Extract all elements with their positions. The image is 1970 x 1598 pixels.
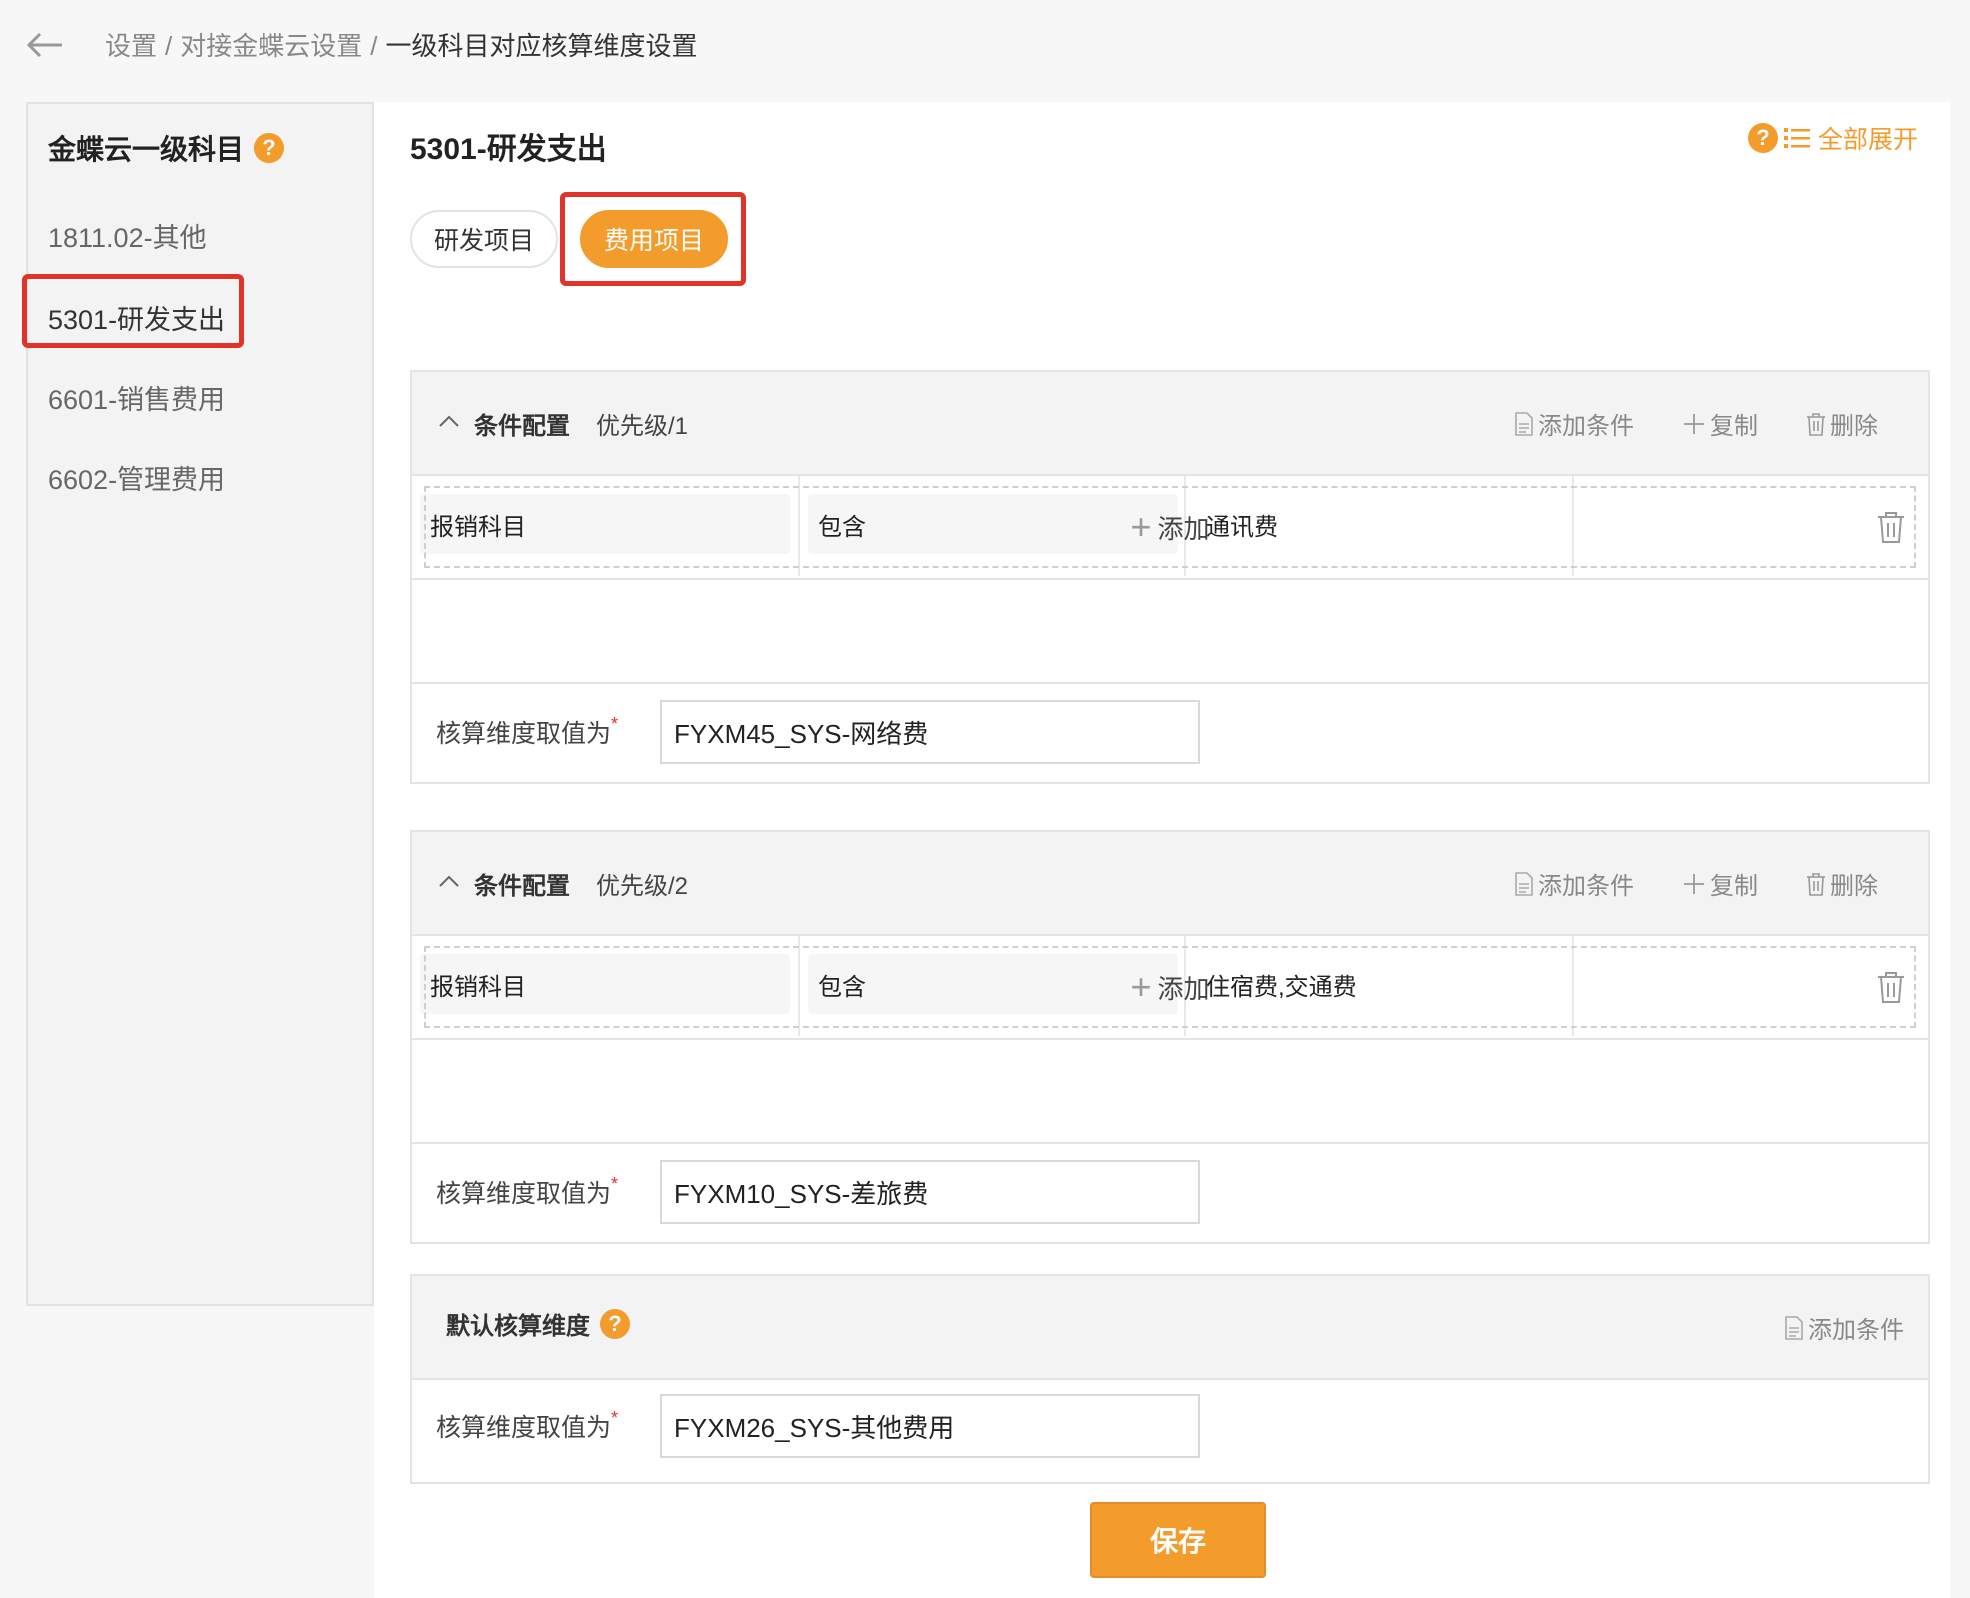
dimension-value-input[interactable]: [660, 1394, 1200, 1458]
condition-card: 条件配置 优先级/2 添加条件 复制 删除 报销科目 包含 住宿费,交通费 + …: [410, 830, 1930, 1244]
breadcrumb-separator: /: [165, 31, 173, 61]
card-header: 条件配置 优先级/2 添加条件 复制 删除: [412, 832, 1928, 936]
plus-icon: +: [1130, 506, 1152, 547]
breadcrumb-item-kingdee-settings[interactable]: 对接金蝶云设置: [180, 31, 362, 61]
breadcrumb-item-settings[interactable]: 设置: [105, 31, 157, 61]
sidebar-item-6602[interactable]: 6602-管理费用: [48, 458, 225, 497]
dimension-value-input[interactable]: [660, 1160, 1200, 1224]
add-label: 添加: [1157, 513, 1210, 544]
expand-all-label: 全部展开: [1817, 126, 1918, 154]
main-panel: 5301-研发支出 ? 全部展开 研发项目 费用项目 条件配置 优先级/1 添加…: [374, 102, 1950, 1598]
condition-card: 条件配置 优先级/1 添加条件 复制 删除 报销科目 包含 通讯费 + 添加 核…: [410, 370, 1930, 784]
top-bar: 设置 / 对接金蝶云设置 / 一级科目对应核算维度设置: [0, 0, 1970, 90]
breadcrumb-separator: /: [370, 31, 378, 61]
card-actions: 添加条件: [1736, 1310, 1904, 1345]
add-condition-label: 添加条件: [1538, 873, 1634, 900]
add-label: 添加: [1157, 973, 1210, 1004]
document-icon: [1515, 871, 1533, 896]
tab-rd-project[interactable]: 研发项目: [410, 210, 559, 268]
help-icon[interactable]: ?: [600, 1308, 630, 1339]
add-condition-button[interactable]: 添加条件: [1784, 1310, 1904, 1345]
card-actions: 添加条件 复制 删除: [1466, 406, 1878, 441]
add-condition-label: 添加条件: [1808, 1317, 1904, 1344]
expand-all-button[interactable]: ? 全部展开: [1747, 120, 1918, 156]
value-label-text: 核算维度取值为: [436, 1414, 612, 1442]
required-mark: *: [611, 1174, 619, 1194]
add-condition-row-button[interactable]: + 添加: [424, 486, 1916, 568]
copy-button[interactable]: 复制: [1682, 866, 1758, 901]
card-priority: 优先级/1: [596, 413, 689, 440]
card-header: 默认核算维度 ? 添加条件: [412, 1276, 1928, 1380]
value-label-text: 核算维度取值为: [436, 720, 612, 748]
help-icon[interactable]: ?: [1747, 123, 1778, 153]
add-condition-button[interactable]: 添加条件: [1514, 406, 1634, 441]
copy-label: 复制: [1710, 413, 1758, 440]
list-icon: [1783, 128, 1810, 148]
value-row: 核算维度取值为*: [412, 1378, 1928, 1478]
delete-label: 删除: [1830, 413, 1878, 440]
card-title: 条件配置: [474, 413, 570, 440]
add-condition-row-button[interactable]: + 添加: [424, 946, 1916, 1028]
plus-icon: [1684, 413, 1704, 434]
sidebar-item-6601[interactable]: 6601-销售费用: [48, 378, 225, 417]
help-icon[interactable]: ?: [254, 133, 285, 163]
document-icon: [1785, 1315, 1803, 1340]
default-dimension-card: 默认核算维度 ? 添加条件 核算维度取值为*: [410, 1274, 1930, 1484]
tab-expense-item[interactable]: 费用项目: [580, 210, 729, 268]
save-button[interactable]: 保存: [1090, 1502, 1266, 1578]
default-title: 默认核算维度 ?: [446, 1306, 630, 1341]
copy-label: 复制: [1710, 873, 1758, 900]
card-title: 条件配置: [474, 873, 570, 900]
required-mark: *: [611, 714, 619, 734]
required-mark: *: [611, 1408, 619, 1428]
trash-icon: [1807, 872, 1825, 896]
tab-bar: 研发项目 费用项目: [410, 210, 750, 268]
plus-icon: +: [1130, 966, 1152, 1007]
chevron-up-icon[interactable]: [436, 868, 462, 894]
value-label-text: 核算维度取值为: [436, 1180, 612, 1208]
sidebar: 金蝶云一级科目 ? 1811.02-其他 5301-研发支出 6601-销售费用…: [26, 102, 374, 1306]
card-header: 条件配置 优先级/1 添加条件 复制 删除: [412, 372, 1928, 476]
document-icon: [1515, 411, 1533, 436]
sidebar-title: 金蝶云一级科目 ?: [48, 128, 285, 168]
sidebar-title-label: 金蝶云一级科目: [48, 134, 245, 165]
copy-button[interactable]: 复制: [1682, 406, 1758, 441]
add-condition-button[interactable]: 添加条件: [1514, 866, 1634, 901]
value-label: 核算维度取值为*: [436, 1408, 618, 1444]
delete-button[interactable]: 删除: [1806, 406, 1878, 441]
chevron-up-icon[interactable]: [436, 408, 462, 434]
value-row: 核算维度取值为*: [412, 682, 1928, 784]
default-title-label: 默认核算维度: [446, 1313, 590, 1340]
back-arrow-icon[interactable]: [22, 22, 68, 68]
add-condition-label: 添加条件: [1538, 413, 1634, 440]
delete-label: 删除: [1830, 873, 1878, 900]
sidebar-item-1811-02[interactable]: 1811.02-其他: [48, 216, 207, 255]
page-title: 5301-研发支出: [410, 133, 607, 166]
value-row: 核算维度取值为*: [412, 1142, 1928, 1244]
breadcrumb-current: 一级科目对应核算维度设置: [385, 31, 698, 61]
card-priority: 优先级/2: [596, 873, 689, 900]
dimension-value-input[interactable]: [660, 700, 1200, 764]
trash-icon: [1807, 412, 1825, 436]
delete-button[interactable]: 删除: [1806, 866, 1878, 901]
value-label: 核算维度取值为*: [436, 714, 618, 750]
plus-icon: [1684, 873, 1704, 894]
breadcrumb: 设置 / 对接金蝶云设置 / 一级科目对应核算维度设置: [105, 26, 698, 63]
card-actions: 添加条件 复制 删除: [1466, 866, 1878, 901]
sidebar-item-5301[interactable]: 5301-研发支出: [48, 298, 225, 337]
value-label: 核算维度取值为*: [436, 1174, 618, 1210]
